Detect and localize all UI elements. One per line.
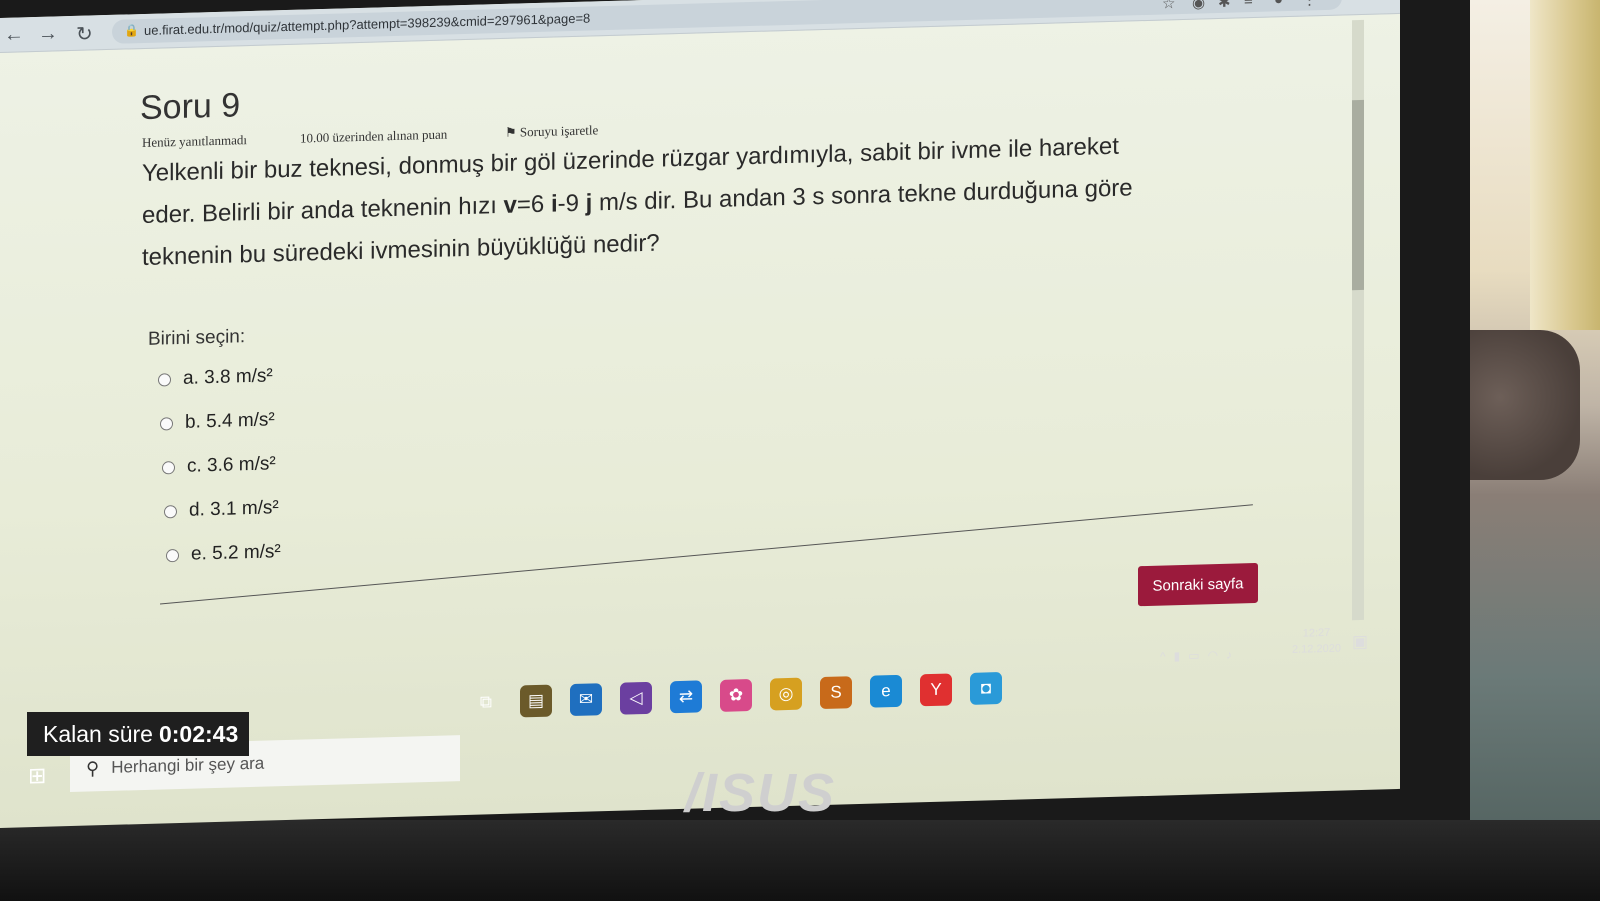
time-remaining-block: Kalan süre 0:02:43 — [27, 712, 249, 756]
next-page-button[interactable]: Sonraki sayfa — [1138, 562, 1258, 607]
flag-question-link[interactable]: ⚑ Soruyu işaretle — [505, 122, 598, 141]
chevron-up-icon[interactable]: ^ — [1160, 649, 1166, 663]
answer-option-label: c. 3.6 m/s² — [187, 453, 276, 477]
visual-studio-icon[interactable]: ◁ — [620, 681, 652, 715]
mail-icon[interactable]: ✉ — [570, 683, 602, 717]
flag-icon: ⚑ — [505, 124, 517, 140]
photos-icon[interactable]: ✿ — [720, 678, 752, 712]
taskbar-clock[interactable]: 12:27 2.12.2020 — [1292, 625, 1341, 658]
yandex-icon[interactable]: Y — [920, 673, 952, 707]
time-remaining-value: 0:02:43 — [158, 720, 239, 747]
radio-button[interactable] — [160, 416, 173, 431]
question-text-part: eder. Belirli bir anda teknenin hızı — [142, 191, 504, 230]
radio-button[interactable] — [164, 504, 177, 518]
question-points: 10.00 üzerinden alınan puan — [300, 126, 448, 146]
answer-option-label: b. 5.4 m/s² — [185, 409, 275, 433]
answer-option-e[interactable]: e. 5.2 m/s² — [166, 541, 281, 566]
task-view-icon[interactable]: ⧉ — [470, 686, 502, 719]
menu-icon[interactable]: ⋮ — [1302, 0, 1317, 9]
sublime-icon[interactable]: S — [820, 676, 852, 710]
laptop-keyboard-deck — [0, 820, 1600, 901]
volume-icon[interactable]: ♪ — [1226, 648, 1232, 662]
answer-option-a[interactable]: a. 3.8 m/s² — [158, 365, 273, 390]
star-icon[interactable]: ☆ — [1162, 0, 1175, 13]
velocity-symbol: v — [503, 191, 517, 219]
extension-icon-3[interactable]: ≡ — [1244, 0, 1253, 9]
question-text-part: m/s dir. Bu andan 3 s sonra tekne durduğ… — [592, 174, 1133, 217]
forward-arrow-icon[interactable]: → — [38, 22, 58, 46]
system-tray: ^ ▮ ▭ ◠ ♪ — [1160, 648, 1232, 664]
radio-button[interactable] — [162, 460, 175, 474]
reload-icon[interactable]: ↻ — [76, 21, 93, 46]
answer-option-b[interactable]: b. 5.4 m/s² — [160, 409, 275, 434]
lock-icon: 🔒 — [124, 23, 139, 38]
wifi-icon[interactable]: ◠ — [1208, 648, 1218, 662]
question-status: Henüz yanıtlanmadı — [142, 132, 248, 151]
radio-button[interactable] — [166, 548, 179, 562]
answer-option-label: d. 3.1 m/s² — [189, 497, 279, 521]
url-text: ue.firat.edu.tr/mod/quiz/attempt.php?att… — [144, 10, 591, 38]
answer-option-label: e. 5.2 m/s² — [191, 541, 281, 565]
divider — [160, 504, 1253, 605]
asus-logo: /ISUS — [685, 763, 837, 823]
teamviewer-icon[interactable]: ⇄ — [670, 680, 702, 714]
question-text-part: =6 — [516, 190, 551, 219]
time-remaining-label: Kalan süre — [43, 720, 153, 747]
notification-icon[interactable]: ▣ — [1352, 632, 1368, 652]
edge-icon[interactable]: e — [870, 674, 902, 708]
app-icon[interactable]: ◘ — [970, 672, 1002, 705]
extension-icon-2[interactable]: ✱ — [1218, 0, 1231, 11]
profile-icon[interactable]: ● — [1274, 0, 1283, 8]
scrollbar-thumb[interactable] — [1352, 99, 1364, 291]
unit-vector-i: i — [550, 190, 558, 218]
file-explorer-icon[interactable]: ▤ — [520, 684, 552, 718]
radio-button[interactable] — [158, 372, 171, 387]
question-text-part: -9 — [557, 189, 586, 218]
windows-start-icon[interactable]: ⊞ — [28, 763, 46, 790]
chrome-icon[interactable]: ◎ — [770, 677, 802, 711]
question-title: Soru 9 — [140, 86, 241, 128]
search-icon: ⚲ — [86, 757, 100, 779]
answer-option-label: a. 3.8 m/s² — [183, 365, 273, 389]
clock-time: 12:27 — [1302, 626, 1331, 640]
taskbar-apps: ⧉ ▤ ✉ ◁ ⇄ ✿ ◎ S e Y ◘ — [470, 672, 1002, 719]
answer-option-c[interactable]: c. 3.6 m/s² — [162, 453, 276, 478]
extension-icon[interactable]: ◉ — [1192, 0, 1205, 12]
curtain — [1530, 0, 1600, 330]
usb-icon[interactable]: ▮ — [1174, 649, 1181, 663]
choose-label: Birini seçin: — [148, 326, 246, 350]
search-placeholder: Herhangi bir şey ara — [111, 753, 265, 777]
flag-question-label: Soruyu işaretle — [519, 122, 599, 140]
clock-date: 2.12.2020 — [1292, 642, 1341, 656]
battery-icon[interactable]: ▭ — [1188, 648, 1199, 662]
back-arrow-icon[interactable]: ← — [4, 23, 24, 47]
answer-option-d[interactable]: d. 3.1 m/s² — [164, 497, 279, 522]
